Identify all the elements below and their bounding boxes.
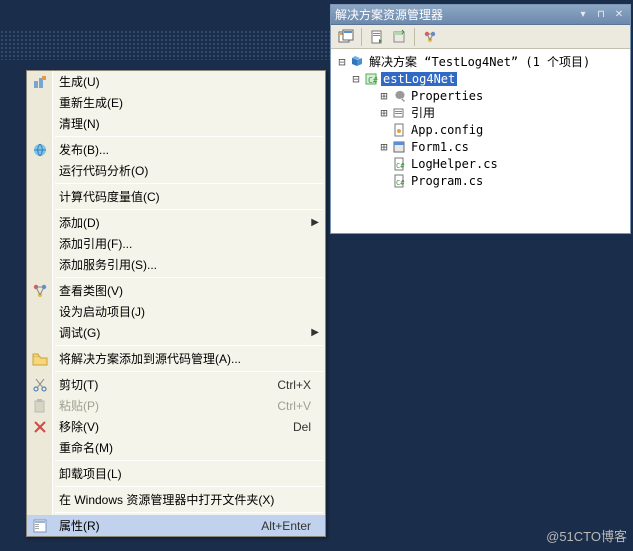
properties-icon [391, 88, 407, 104]
svg-text:C#: C# [396, 179, 405, 187]
references-icon [391, 105, 407, 121]
submenu-arrow-icon: ▶ [311, 217, 319, 228]
project-label: estLog4Net [381, 72, 457, 86]
cs-file-icon: C# [391, 156, 407, 172]
menu-add[interactable]: 添加(D)▶ [27, 212, 325, 233]
cut-icon [31, 376, 49, 394]
panel-pin-icon[interactable]: ⊓ [594, 9, 608, 21]
svg-text:C#: C# [368, 76, 378, 85]
solution-tree: ⊟ 解决方案 “TestLog4Net” (1 个项目) ⊟ C# estLog… [331, 49, 630, 195]
toolbar-refresh-icon[interactable] [366, 27, 388, 47]
solution-explorer-panel: 解决方案资源管理器 ▾ ⊓ ✕ ⊟ 解决方案 “TestLog4Net” (1 … [330, 4, 631, 234]
tree-item-appconfig[interactable]: · App.config [335, 121, 628, 138]
menu-build[interactable]: 生成(U) [27, 71, 325, 92]
toolbar-showall-icon[interactable] [388, 27, 410, 47]
panel-close-icon[interactable]: ✕ [612, 9, 626, 21]
menu-unload[interactable]: 卸载项目(L) [27, 463, 325, 484]
panel-toolbar [331, 25, 630, 49]
tree-item-form1[interactable]: ⊞ Form1.cs [335, 138, 628, 155]
submenu-arrow-icon: ▶ [311, 327, 319, 338]
menu-add-reference[interactable]: 添加引用(F)... [27, 233, 325, 254]
menu-add-service-reference[interactable]: 添加服务引用(S)... [27, 254, 325, 275]
menu-debug[interactable]: 调试(G)▶ [27, 322, 325, 343]
menu-open-in-explorer[interactable]: 在 Windows 资源管理器中打开文件夹(X) [27, 489, 325, 510]
properties-sheet-icon [31, 517, 49, 535]
menu-view-class-diagram[interactable]: 查看类图(V) [27, 280, 325, 301]
panel-dropdown-icon[interactable]: ▾ [576, 9, 590, 21]
menu-set-startup[interactable]: 设为启动项目(J) [27, 301, 325, 322]
menu-cut[interactable]: 剪切(T)Ctrl+X [27, 374, 325, 395]
publish-icon [31, 141, 49, 159]
menu-calc-metrics[interactable]: 计算代码度量值(C) [27, 186, 325, 207]
solution-label: 解决方案 “TestLog4Net” (1 个项目) [367, 53, 592, 70]
menu-remove[interactable]: 移除(V)Del [27, 416, 325, 437]
toolbar-viewcode-icon[interactable] [419, 27, 441, 47]
cs-file-icon: C# [391, 173, 407, 189]
form-file-icon [391, 139, 407, 155]
scm-icon [31, 350, 49, 368]
menu-paste: 粘贴(P)Ctrl+V [27, 395, 325, 416]
project-icon: C# [363, 71, 379, 87]
panel-titlebar[interactable]: 解决方案资源管理器 ▾ ⊓ ✕ [331, 5, 630, 25]
svg-text:C#: C# [396, 162, 405, 170]
tree-item-properties[interactable]: ⊞ Properties [335, 87, 628, 104]
tree-item-program[interactable]: · C# Program.cs [335, 172, 628, 189]
project-context-menu: 生成(U) 重新生成(E) 清理(N) 发布(B)... 运行代码分析(O) 计… [26, 70, 326, 537]
tree-item-references[interactable]: ⊞ 引用 [335, 104, 628, 121]
menu-properties[interactable]: 属性(R)Alt+Enter [27, 515, 325, 536]
menu-code-analysis[interactable]: 运行代码分析(O) [27, 160, 325, 181]
watermark: @51CTO博客 [546, 526, 627, 545]
paste-icon [31, 397, 49, 415]
menu-add-to-scm[interactable]: 将解决方案添加到源代码管理(A)... [27, 348, 325, 369]
toolbar-properties-icon[interactable] [335, 27, 357, 47]
solution-icon [349, 54, 365, 70]
tree-project-node[interactable]: ⊟ C# estLog4Net [335, 70, 628, 87]
menu-rename[interactable]: 重命名(M) [27, 437, 325, 458]
tree-item-loghelper[interactable]: · C# LogHelper.cs [335, 155, 628, 172]
menu-publish[interactable]: 发布(B)... [27, 139, 325, 160]
menu-rebuild[interactable]: 重新生成(E) [27, 92, 325, 113]
class-diagram-icon [31, 282, 49, 300]
config-file-icon [391, 122, 407, 138]
panel-title: 解决方案资源管理器 [335, 6, 443, 23]
build-icon [31, 73, 49, 91]
menu-clean[interactable]: 清理(N) [27, 113, 325, 134]
remove-icon [31, 418, 49, 436]
tree-solution-node[interactable]: ⊟ 解决方案 “TestLog4Net” (1 个项目) [335, 53, 628, 70]
